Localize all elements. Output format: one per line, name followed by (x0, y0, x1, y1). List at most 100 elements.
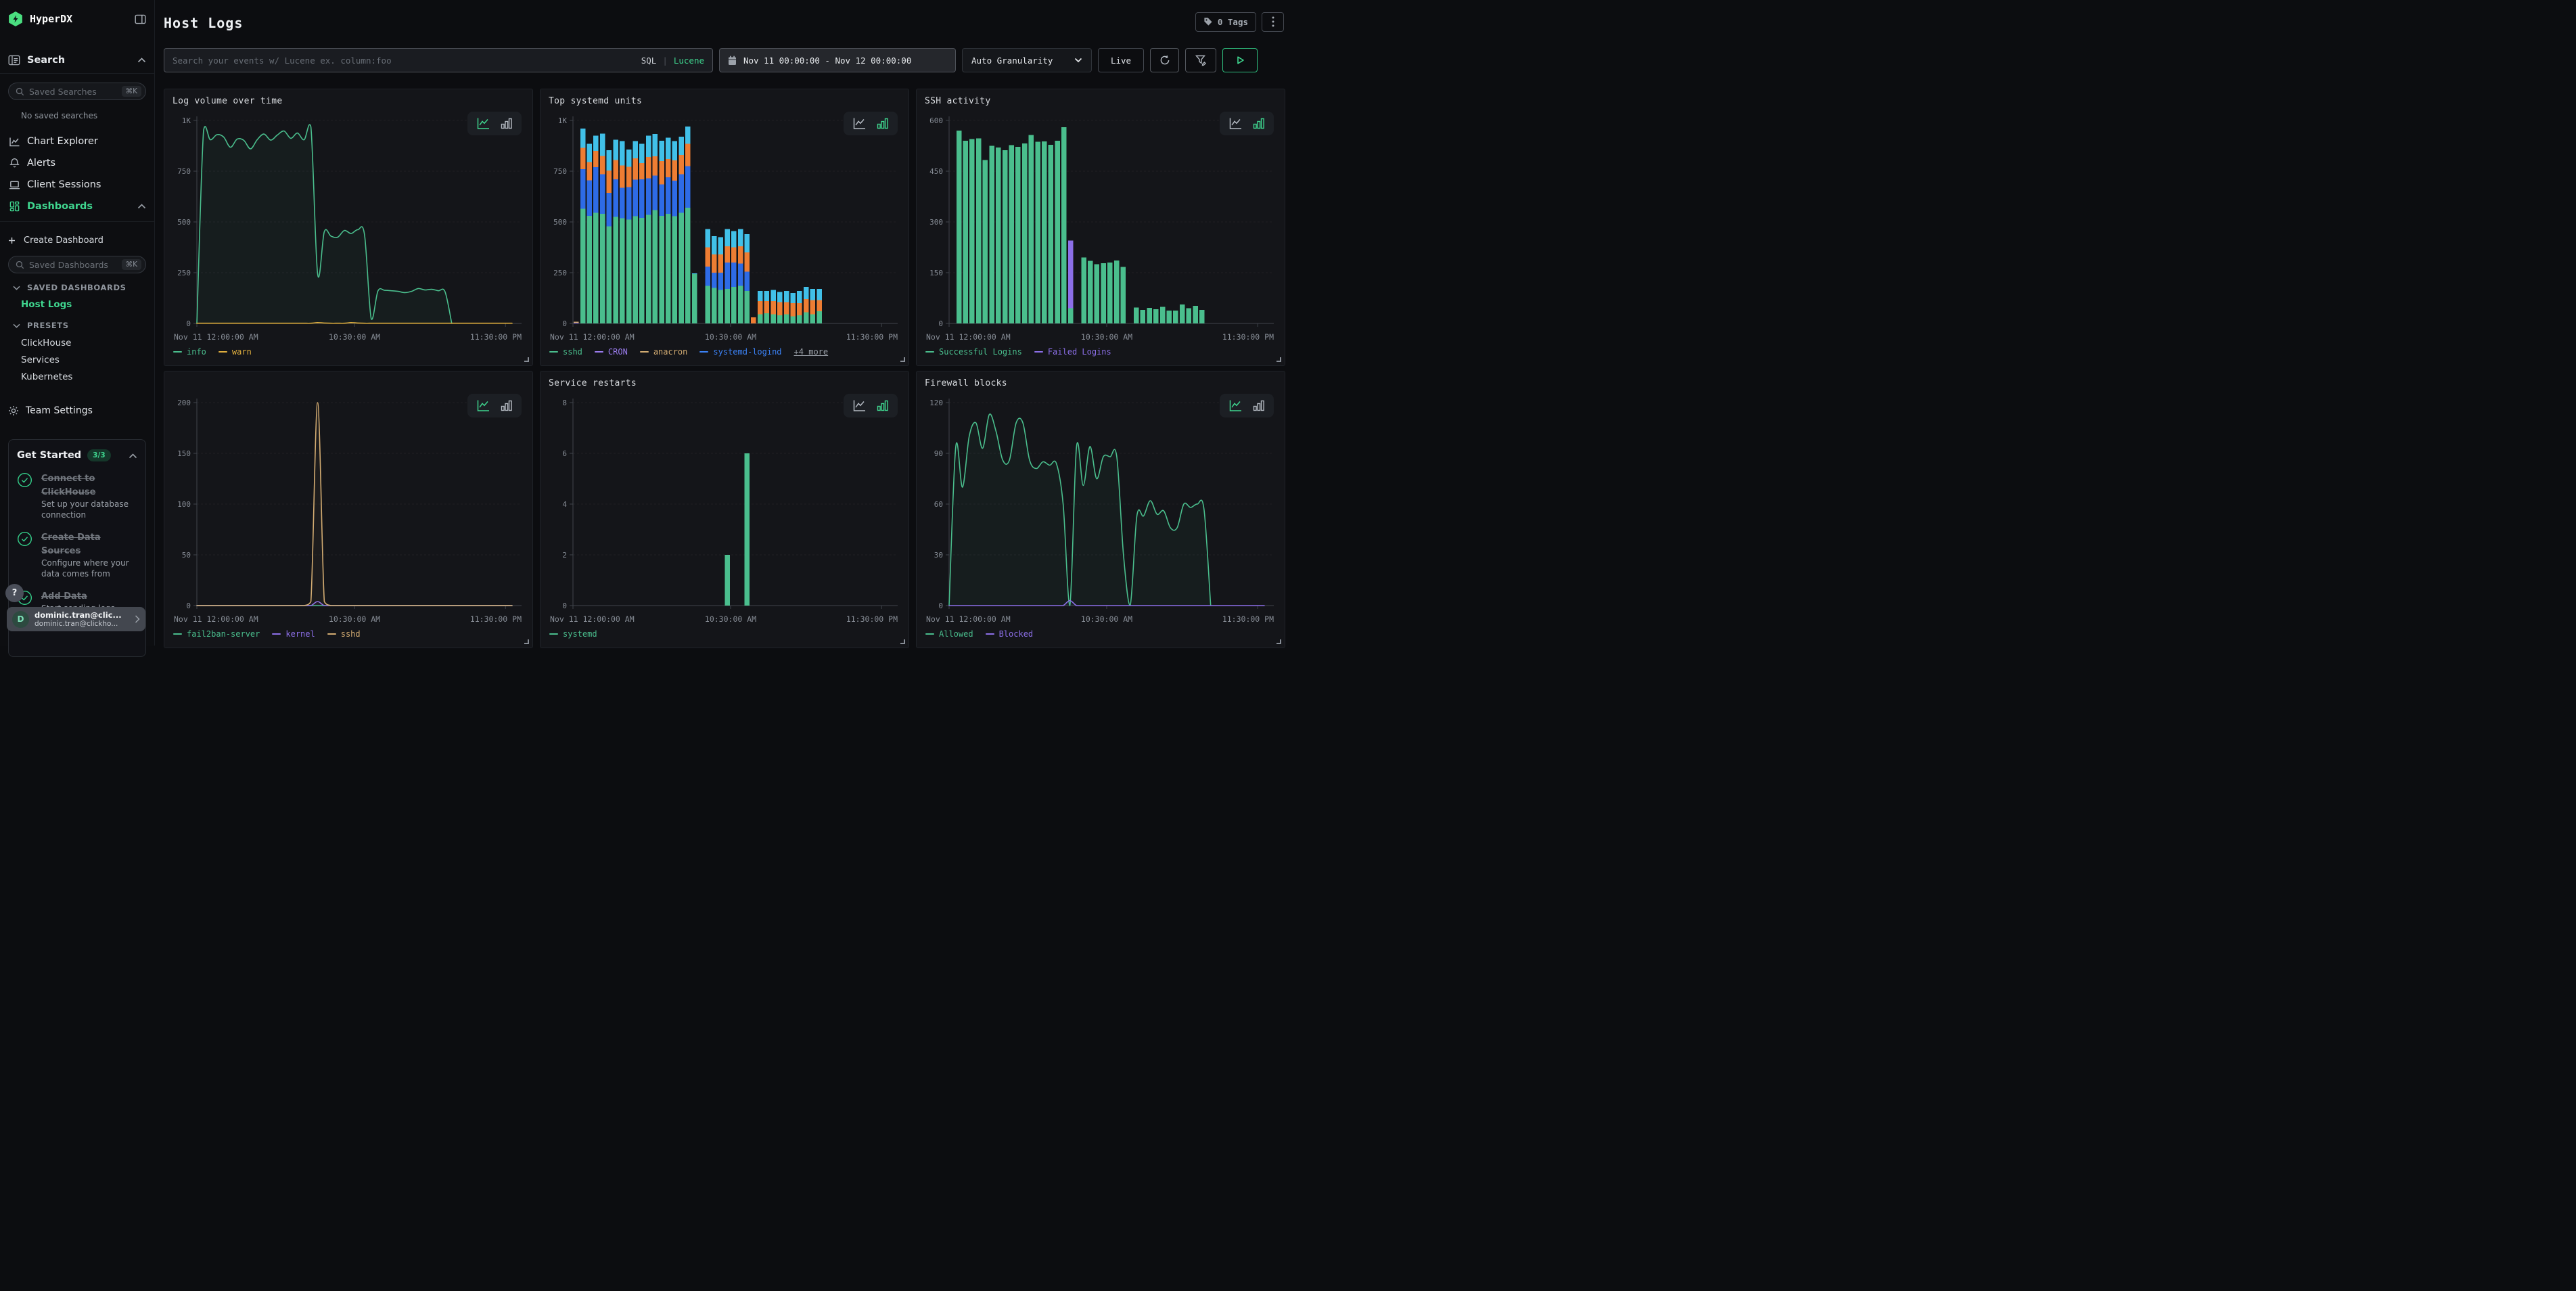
line-chart-toggle-icon[interactable] (476, 117, 490, 130)
line-chart-toggle-icon[interactable] (1228, 399, 1243, 412)
saved-dashboards-input[interactable]: Saved Dashboards ⌘K (8, 256, 146, 273)
resize-handle[interactable] (1276, 357, 1281, 362)
chart-canvas[interactable]: 0306090120Nov 11 12:00:00 AM10:30:00 AM1… (925, 393, 1276, 631)
legend-item-kernel[interactable]: kernel (272, 629, 315, 639)
legend-item-failed-logins[interactable]: Failed Logins (1034, 347, 1111, 357)
line-chart-toggle-icon[interactable] (476, 399, 490, 412)
svg-text:1K: 1K (558, 116, 568, 125)
resize-handle[interactable] (1276, 639, 1281, 644)
shortcut-badge: ⌘K (122, 259, 141, 270)
refresh-button[interactable] (1150, 48, 1179, 72)
legend-item-successful-logins[interactable]: Successful Logins (925, 347, 1022, 357)
saved-searches-input[interactable]: Saved Searches ⌘K (8, 83, 146, 100)
legend-item-warn[interactable]: warn (218, 347, 252, 357)
line-chart-toggle-icon[interactable] (1228, 117, 1243, 130)
svg-text:500: 500 (177, 218, 191, 227)
line-chart-toggle-icon[interactable] (852, 399, 867, 412)
legend-item-cron[interactable]: CRON (595, 347, 628, 357)
help-button[interactable]: ? (5, 584, 24, 602)
legend-item-info[interactable]: info (173, 347, 206, 357)
sidebar-item-chart-explorer[interactable]: Chart Explorer (8, 133, 146, 150)
sidebar-item-kubernetes[interactable]: Kubernetes (21, 371, 146, 382)
lucene-mode-toggle[interactable]: Lucene (674, 55, 704, 66)
chart-type-toggle (467, 112, 522, 135)
sidebar-item-client-sessions[interactable]: Client Sessions (8, 177, 146, 193)
svg-text:11:30:00 PM: 11:30:00 PM (470, 332, 522, 342)
sidebar-item-label: Client Sessions (27, 179, 146, 190)
legend-item-sshd[interactable]: sshd (327, 629, 361, 639)
sidebar-item-services[interactable]: Services (21, 355, 146, 365)
legend-item-blocked[interactable]: Blocked (986, 629, 1034, 639)
dashboards-icon (8, 201, 21, 212)
search-input[interactable] (172, 55, 641, 66)
legend-item-fail2ban-server[interactable]: fail2ban-server (173, 629, 260, 639)
live-button[interactable]: Live (1098, 48, 1144, 72)
user-menu[interactable]: D dominic.tran@clic... dominic.tran@clic… (7, 607, 145, 631)
sidebar-item-search[interactable]: Search (8, 54, 146, 66)
tags-button[interactable]: 0 Tags (1195, 12, 1256, 32)
bar-chart-toggle-icon[interactable] (500, 117, 513, 130)
resize-handle[interactable] (900, 639, 905, 644)
sidebar: HyperDX Search Saved Searches ⌘K No save… (0, 0, 155, 646)
legend-item-anacron[interactable]: anacron (640, 347, 688, 357)
legend-label: Failed Logins (1048, 347, 1111, 357)
sidebar-collapse-icon[interactable] (135, 14, 146, 24)
legend-label: sshd (341, 629, 361, 639)
granularity-select[interactable]: Auto Granularity (962, 48, 1092, 72)
chart-type-toggle (844, 112, 898, 135)
chevron-down-icon (1074, 58, 1082, 63)
presets-section-header[interactable]: PRESETS (8, 321, 146, 330)
panel-title: SSH activity (925, 96, 1276, 108)
chevron-up-icon[interactable] (137, 58, 146, 63)
svg-text:0: 0 (938, 602, 943, 610)
more-options-button[interactable] (1262, 12, 1284, 32)
legend-item-sshd[interactable]: sshd (549, 347, 582, 357)
legend-item-systemd-logind[interactable]: systemd-logind (699, 347, 781, 357)
sidebar-item-label: Search (27, 55, 137, 66)
legend-more-label[interactable]: +4 more (794, 347, 829, 357)
sidebar-item-team-settings[interactable]: Team Settings (8, 404, 146, 417)
resize-handle[interactable] (524, 357, 529, 362)
bar-chart-toggle-icon[interactable] (1252, 117, 1265, 130)
date-range-picker[interactable]: Nov 11 00:00:00 - Nov 12 00:00:00 (719, 48, 956, 72)
legend-label: info (187, 347, 206, 357)
chart-canvas[interactable]: 02505007501KNov 11 12:00:00 AM10:30:00 A… (172, 111, 524, 349)
bar-chart-toggle-icon[interactable] (876, 117, 889, 130)
get-started-item-connect[interactable]: Connect to ClickHouse Set up your databa… (17, 471, 137, 520)
bar-chart-toggle-icon[interactable] (1252, 399, 1265, 412)
svg-text:250: 250 (177, 269, 191, 277)
legend-item-systemd[interactable]: systemd (549, 629, 597, 639)
granularity-value: Auto Granularity (971, 55, 1053, 66)
main-content: Host Logs 0 Tags SQL | Lucene (155, 0, 1288, 646)
search-nav-icon (8, 55, 20, 66)
bar-chart-toggle-icon[interactable] (500, 399, 513, 412)
sidebar-item-label: Alerts (27, 158, 146, 168)
chevron-up-icon[interactable] (129, 449, 137, 461)
chevron-up-icon[interactable] (137, 204, 146, 209)
hyperdx-logo-icon (8, 12, 23, 26)
resize-handle[interactable] (524, 639, 529, 644)
resize-handle[interactable] (900, 357, 905, 362)
chart-canvas[interactable]: 050100150200Nov 11 12:00:00 AM10:30:00 A… (172, 393, 524, 631)
chevron-right-icon (135, 613, 140, 626)
sql-mode-toggle[interactable]: SQL (641, 55, 657, 66)
sidebar-item-clickhouse[interactable]: ClickHouse (21, 338, 146, 348)
create-dashboard-button[interactable]: Create Dashboard (8, 233, 146, 247)
saved-dashboards-section-header[interactable]: SAVED DASHBOARDS (8, 283, 146, 292)
sidebar-item-host-logs[interactable]: Host Logs (21, 299, 146, 311)
chart-canvas[interactable]: 0150300450600Nov 11 12:00:00 AM10:30:00 … (925, 111, 1276, 349)
run-query-button[interactable] (1222, 48, 1258, 72)
legend-item-allowed[interactable]: Allowed (925, 629, 973, 639)
sidebar-item-alerts[interactable]: Alerts (8, 155, 146, 171)
sidebar-item-dashboards[interactable]: Dashboards (8, 198, 146, 214)
legend-item-4-more[interactable]: +4 more (794, 347, 829, 357)
filter-button[interactable] (1185, 48, 1216, 72)
search-icon (16, 261, 24, 269)
chart-canvas[interactable]: 02505007501KNov 11 12:00:00 AM10:30:00 A… (549, 111, 900, 349)
bar-chart-toggle-icon[interactable] (876, 399, 889, 412)
get-started-item-sources[interactable]: Create Data Sources Configure where your… (17, 530, 137, 579)
line-chart-toggle-icon[interactable] (852, 117, 867, 130)
refresh-icon (1159, 55, 1170, 66)
tag-icon (1203, 17, 1213, 26)
chart-canvas[interactable]: 02468Nov 11 12:00:00 AM10:30:00 AM11:30:… (549, 393, 900, 631)
